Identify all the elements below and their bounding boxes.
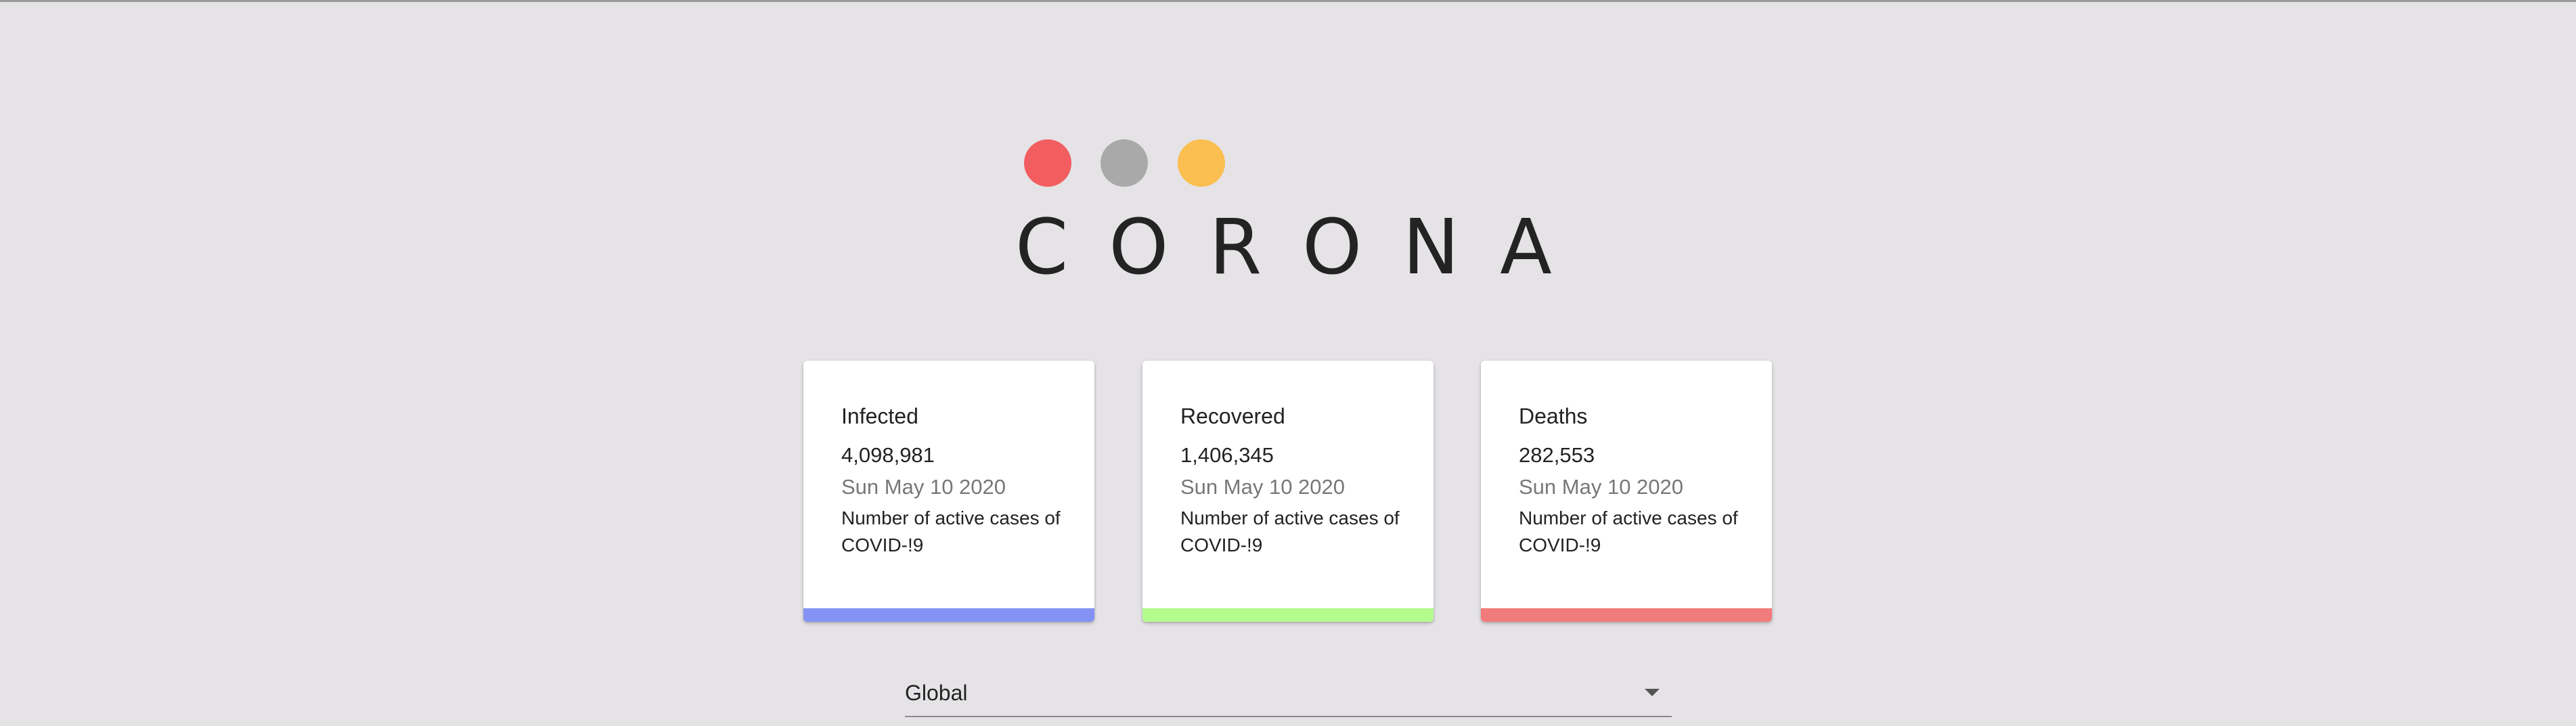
country-select-value: Global bbox=[905, 681, 968, 705]
card-title: Recovered bbox=[1180, 404, 1285, 428]
stats-cards: Infected 4,098,981 Sun May 10 2020 Numbe… bbox=[803, 361, 1773, 622]
card-date: Sun May 10 2020 bbox=[1180, 475, 1346, 499]
card-infected: Infected 4,098,981 Sun May 10 2020 Numbe… bbox=[803, 361, 1094, 622]
card-date: Sun May 10 2020 bbox=[841, 475, 1006, 499]
arrow-drop-down-icon[interactable] bbox=[1645, 689, 1660, 696]
card-description: Number of active cases of COVID-!9 bbox=[1180, 507, 1400, 555]
card-value: 4,098,981 bbox=[841, 443, 935, 467]
logo-dot-gray bbox=[1101, 139, 1148, 187]
app-title: CORONA bbox=[1015, 204, 1593, 292]
card-value: 282,553 bbox=[1519, 443, 1595, 467]
card-deaths: Deaths 282,553 Sun May 10 2020 Number of… bbox=[1481, 361, 1772, 622]
card-description: Number of active cases of COVID-!9 bbox=[841, 507, 1061, 555]
card-date: Sun May 10 2020 bbox=[1519, 475, 1684, 499]
card-accent-bar bbox=[1481, 608, 1772, 622]
card-value: 1,406,345 bbox=[1180, 443, 1274, 467]
top-border bbox=[0, 0, 2576, 2]
card-accent-bar bbox=[803, 608, 1094, 622]
logo-dot-red bbox=[1024, 139, 1071, 187]
card-recovered: Recovered 1,406,345 Sun May 10 2020 Numb… bbox=[1142, 361, 1434, 622]
card-title: Infected bbox=[841, 404, 918, 428]
card-accent-bar bbox=[1142, 608, 1434, 622]
logo-dot-orange bbox=[1178, 139, 1225, 187]
card-title: Deaths bbox=[1519, 404, 1588, 428]
card-description: Number of active cases of COVID-!9 bbox=[1519, 507, 1738, 555]
app-header: CORONA bbox=[1002, 129, 1570, 304]
country-select[interactable]: Global bbox=[905, 670, 1672, 717]
